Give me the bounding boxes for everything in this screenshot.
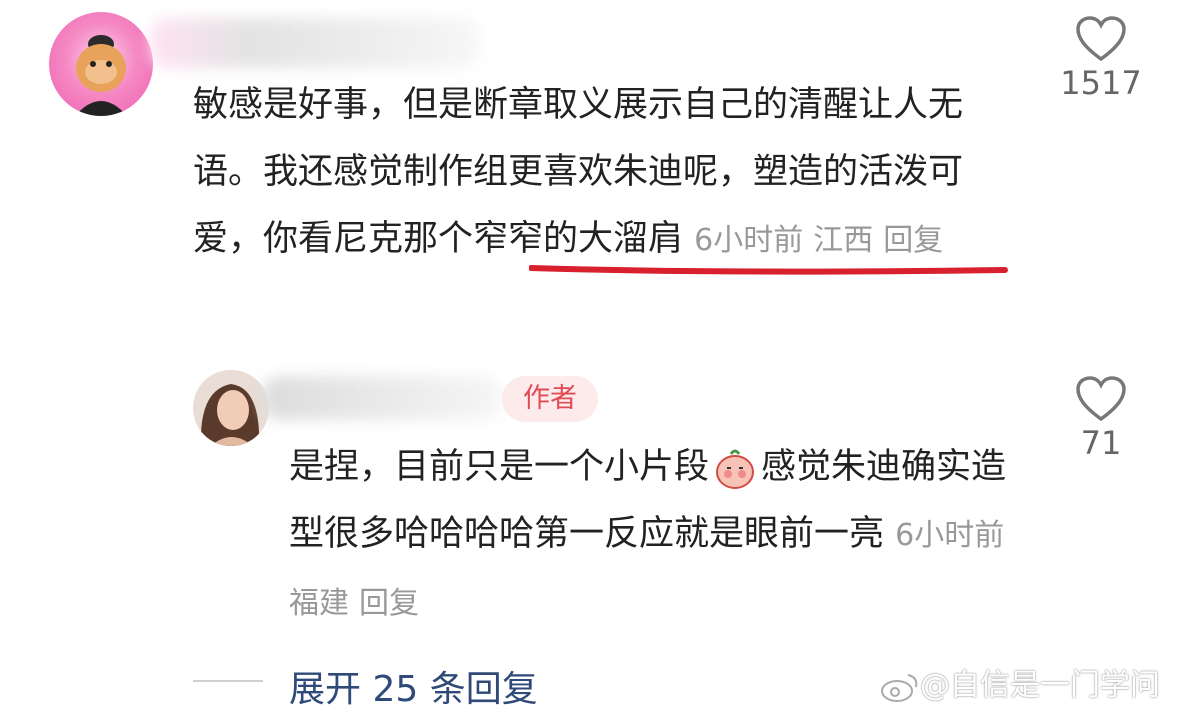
- username-redacted[interactable]: [150, 18, 480, 68]
- heart-outline-icon: [1076, 376, 1126, 422]
- reply-like-count: 71: [1080, 424, 1122, 462]
- cartoon-avatar-icon: [75, 35, 127, 116]
- reply-time: 6小时前: [895, 518, 1005, 553]
- author-badge: 作者: [502, 376, 598, 422]
- reply-location: 福建: [289, 586, 349, 621]
- portrait-avatar-icon: [193, 370, 269, 446]
- reply-button[interactable]: 回复: [883, 223, 943, 258]
- peach-emoji-icon: [716, 449, 755, 489]
- comment-meta: 6小时前 江西 回复: [694, 223, 953, 258]
- heart-outline-icon: [1076, 16, 1126, 62]
- reply-body-part1: 是捏，目前只是一个小片段: [289, 447, 710, 487]
- watermark-text: @自信是一门学问: [920, 668, 1160, 703]
- like-count: 1517: [1060, 64, 1142, 102]
- comment-time: 6小时前: [694, 223, 804, 258]
- reply-avatar[interactable]: [193, 370, 269, 446]
- watermark: @自信是一门学问: [880, 660, 1160, 704]
- expand-replies-button[interactable]: 展开 25 条回复: [289, 660, 538, 712]
- comment-text: 敏感是好事，但是断章取义展示自己的清醒让人无语。我还感觉制作组更喜欢朱迪呢，塑造…: [193, 72, 1013, 274]
- red-underline-annotation: [529, 265, 1008, 275]
- reply-username-redacted[interactable]: [262, 376, 502, 420]
- divider: [193, 680, 263, 682]
- comment-highlight: 你看尼克那个窄窄的大溜肩: [263, 219, 684, 259]
- reply-reply-button[interactable]: 回复: [359, 586, 419, 621]
- avatar[interactable]: [49, 12, 153, 116]
- weibo-icon: [881, 673, 918, 702]
- reply-text: 是捏，目前只是一个小片段 感觉朱迪确实造型很多哈哈哈哈第一反应就是眼前一亮 6小…: [289, 434, 1019, 637]
- reply-like-button[interactable]: 71: [1060, 376, 1142, 462]
- comment-location: 江西: [813, 223, 874, 258]
- like-button[interactable]: 1517: [1060, 16, 1142, 102]
